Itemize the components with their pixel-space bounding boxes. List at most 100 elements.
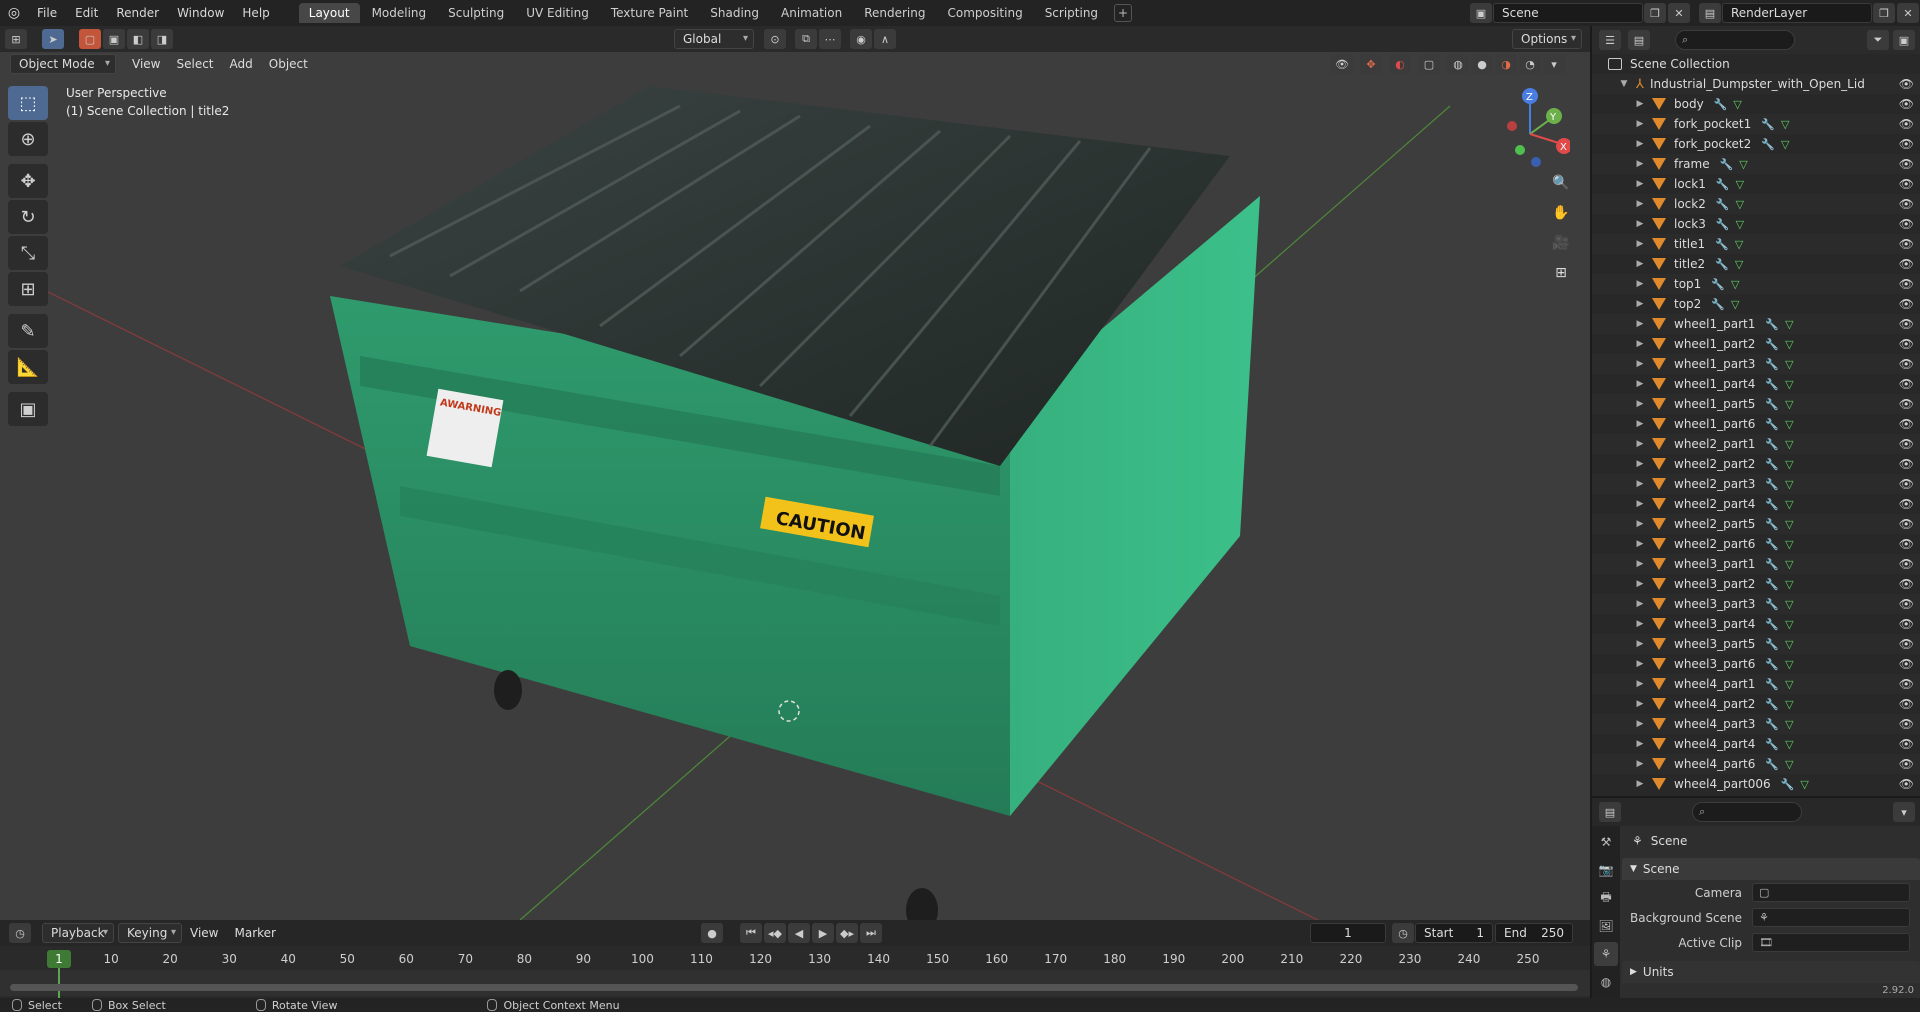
- world-tab-icon[interactable]: ◍: [1594, 970, 1618, 994]
- outliner-object-row[interactable]: ▶ wheel1_part6 🔧 ▽ 👁: [1592, 414, 1920, 434]
- properties-editor-type-icon[interactable]: ▤: [1599, 802, 1621, 822]
- expand-arrow-icon[interactable]: ▶: [1634, 599, 1646, 609]
- expand-arrow-icon[interactable]: ▶: [1634, 179, 1646, 189]
- mesh-data-icon[interactable]: ▽: [1785, 598, 1793, 611]
- modifier-wrench-icon[interactable]: 🔧: [1765, 498, 1779, 511]
- tab-sculpting[interactable]: Sculpting: [438, 3, 514, 23]
- modifier-wrench-icon[interactable]: 🔧: [1761, 118, 1775, 131]
- modifier-wrench-icon[interactable]: 🔧: [1765, 678, 1779, 691]
- mesh-data-icon[interactable]: ▽: [1781, 138, 1789, 151]
- units-panel-header[interactable]: ▶ Units: [1622, 961, 1920, 983]
- modifier-wrench-icon[interactable]: 🔧: [1765, 458, 1779, 471]
- scene-selector-icon[interactable]: ▣: [1470, 3, 1492, 23]
- modifier-wrench-icon[interactable]: 🔧: [1714, 98, 1728, 111]
- mesh-data-icon[interactable]: ▽: [1736, 178, 1744, 191]
- mesh-data-icon[interactable]: ▽: [1739, 158, 1747, 171]
- outliner-object-row[interactable]: ▶ lock2 🔧 ▽ 👁: [1592, 194, 1920, 214]
- modifier-wrench-icon[interactable]: 🔧: [1765, 338, 1779, 351]
- prev-keyframe-icon[interactable]: ◂◆: [764, 923, 786, 943]
- mesh-data-icon[interactable]: ▽: [1781, 118, 1789, 131]
- mesh-data-icon[interactable]: ▽: [1735, 258, 1743, 271]
- play-reverse-icon[interactable]: ◀: [788, 923, 810, 943]
- outliner-object-row[interactable]: ▶ wheel3_part4 🔧 ▽ 👁: [1592, 614, 1920, 634]
- visibility-icon[interactable]: 👁: [1331, 54, 1353, 74]
- outliner-object-row[interactable]: ▶ top1 🔧 ▽ 👁: [1592, 274, 1920, 294]
- record-icon[interactable]: ●: [701, 923, 723, 943]
- snap-target-icon[interactable]: ⋯: [819, 29, 841, 49]
- playback-menu[interactable]: Playback: [42, 923, 114, 943]
- menu-help[interactable]: Help: [233, 0, 278, 26]
- outliner-object-row[interactable]: ▶ top2 🔧 ▽ 👁: [1592, 294, 1920, 314]
- next-keyframe-icon[interactable]: ◆▸: [836, 923, 858, 943]
- new-scene-icon[interactable]: ❐: [1644, 3, 1666, 23]
- mesh-data-icon[interactable]: ▽: [1731, 278, 1739, 291]
- tab-uv-editing[interactable]: UV Editing: [516, 3, 599, 23]
- outliner-object-row[interactable]: ▶ wheel2_part2 🔧 ▽ 👁: [1592, 454, 1920, 474]
- wireframe-shading-icon[interactable]: ◍: [1447, 54, 1469, 74]
- mesh-data-icon[interactable]: ▽: [1731, 298, 1739, 311]
- visibility-eye-icon[interactable]: 👁: [1899, 777, 1914, 791]
- expand-arrow-icon[interactable]: ▶: [1634, 499, 1646, 509]
- viewport-menu-select[interactable]: Select: [168, 57, 221, 71]
- select-mode-subtract-icon[interactable]: ◧: [127, 29, 149, 49]
- parent-object-row[interactable]: ▼ ⅄ Industrial_Dumpster_with_Open_Lid 👁: [1592, 74, 1920, 94]
- expand-arrow-icon[interactable]: ▶: [1634, 259, 1646, 269]
- gizmo-toggle-icon[interactable]: ✥: [1360, 54, 1382, 74]
- expand-arrow-icon[interactable]: ▶: [1634, 99, 1646, 109]
- select-mode-extend-icon[interactable]: ▣: [103, 29, 125, 49]
- modifier-wrench-icon[interactable]: 🔧: [1716, 198, 1730, 211]
- outliner-search-input[interactable]: [1675, 30, 1795, 50]
- expand-arrow-icon[interactable]: ▶: [1634, 379, 1646, 389]
- viewport-menu-add[interactable]: Add: [222, 57, 261, 71]
- tab-scripting[interactable]: Scripting: [1035, 3, 1108, 23]
- expand-arrow-icon[interactable]: ▶: [1634, 519, 1646, 529]
- outliner-object-row[interactable]: ▶ body 🔧 ▽ 👁: [1592, 94, 1920, 114]
- camera-field[interactable]: ▢: [1752, 883, 1910, 902]
- timeline-scrollbar[interactable]: [10, 984, 1578, 991]
- expand-arrow-icon[interactable]: ▶: [1634, 739, 1646, 749]
- modifier-wrench-icon[interactable]: 🔧: [1761, 138, 1775, 151]
- mesh-data-icon[interactable]: ▽: [1785, 378, 1793, 391]
- modifier-wrench-icon[interactable]: 🔧: [1765, 438, 1779, 451]
- tab-rendering[interactable]: Rendering: [854, 3, 935, 23]
- modifier-wrench-icon[interactable]: 🔧: [1765, 578, 1779, 591]
- outliner-object-row[interactable]: ▶ wheel2_part6 🔧 ▽ 👁: [1592, 534, 1920, 554]
- modifier-wrench-icon[interactable]: 🔧: [1765, 618, 1779, 631]
- mesh-data-icon[interactable]: ▽: [1785, 678, 1793, 691]
- outliner-object-row[interactable]: ▶ lock3 🔧 ▽ 👁: [1592, 214, 1920, 234]
- visibility-eye-icon[interactable]: 👁: [1899, 497, 1914, 511]
- expand-arrow-icon[interactable]: ▶: [1634, 339, 1646, 349]
- modifier-wrench-icon[interactable]: 🔧: [1765, 698, 1779, 711]
- visibility-eye-icon[interactable]: 👁: [1899, 177, 1914, 191]
- mesh-data-icon[interactable]: ▽: [1785, 718, 1793, 731]
- expand-arrow-icon[interactable]: ▶: [1634, 219, 1646, 229]
- modifier-wrench-icon[interactable]: 🔧: [1765, 398, 1779, 411]
- shading-options-icon[interactable]: ▾: [1543, 54, 1565, 74]
- blender-logo-icon[interactable]: ◎: [0, 0, 28, 26]
- expand-arrow-icon[interactable]: ▶: [1634, 559, 1646, 569]
- outliner-object-row[interactable]: ▶ wheel1_part1 🔧 ▽ 👁: [1592, 314, 1920, 334]
- zoom-icon[interactable]: 🔍: [1548, 170, 1574, 196]
- outliner-object-row[interactable]: ▶ wheel4_part4 🔧 ▽ 👁: [1592, 734, 1920, 754]
- new-collection-icon[interactable]: ▣: [1893, 30, 1915, 50]
- outliner-editor-type-icon[interactable]: ☰: [1599, 30, 1621, 50]
- mesh-data-icon[interactable]: ▽: [1785, 518, 1793, 531]
- outliner-object-row[interactable]: ▶ wheel3_part5 🔧 ▽ 👁: [1592, 634, 1920, 654]
- mesh-data-icon[interactable]: ▽: [1785, 758, 1793, 771]
- timeline-ruler[interactable]: 10 20 30 40 50 60 70 80 90 100 110 120 130 140 150 160 1…: [0, 950, 1590, 970]
- expand-arrow-icon[interactable]: ▶: [1634, 479, 1646, 489]
- tab-animation[interactable]: Animation: [771, 3, 852, 23]
- outliner-object-row[interactable]: ▶ fork_pocket1 🔧 ▽ 👁: [1592, 114, 1920, 134]
- outliner-object-row[interactable]: ▶ wheel3_part6 🔧 ▽ 👁: [1592, 654, 1920, 674]
- scale-tool-icon[interactable]: ⤡: [8, 236, 48, 270]
- outliner-object-row[interactable]: ▶ wheel2_part5 🔧 ▽ 👁: [1592, 514, 1920, 534]
- camera-view-icon[interactable]: 🎥: [1548, 230, 1574, 256]
- outliner-object-row[interactable]: ▶ wheel3_part1 🔧 ▽ 👁: [1592, 554, 1920, 574]
- scene-field[interactable]: Scene: [1493, 3, 1643, 23]
- output-tab-icon[interactable]: 🖶: [1594, 886, 1618, 910]
- view-layer-tab-icon[interactable]: 🖼: [1594, 914, 1618, 938]
- modifier-wrench-icon[interactable]: 🔧: [1765, 418, 1779, 431]
- expand-arrow-icon[interactable]: ▼: [1618, 79, 1630, 89]
- menu-edit[interactable]: Edit: [66, 0, 107, 26]
- visibility-eye-icon[interactable]: 👁: [1899, 617, 1914, 631]
